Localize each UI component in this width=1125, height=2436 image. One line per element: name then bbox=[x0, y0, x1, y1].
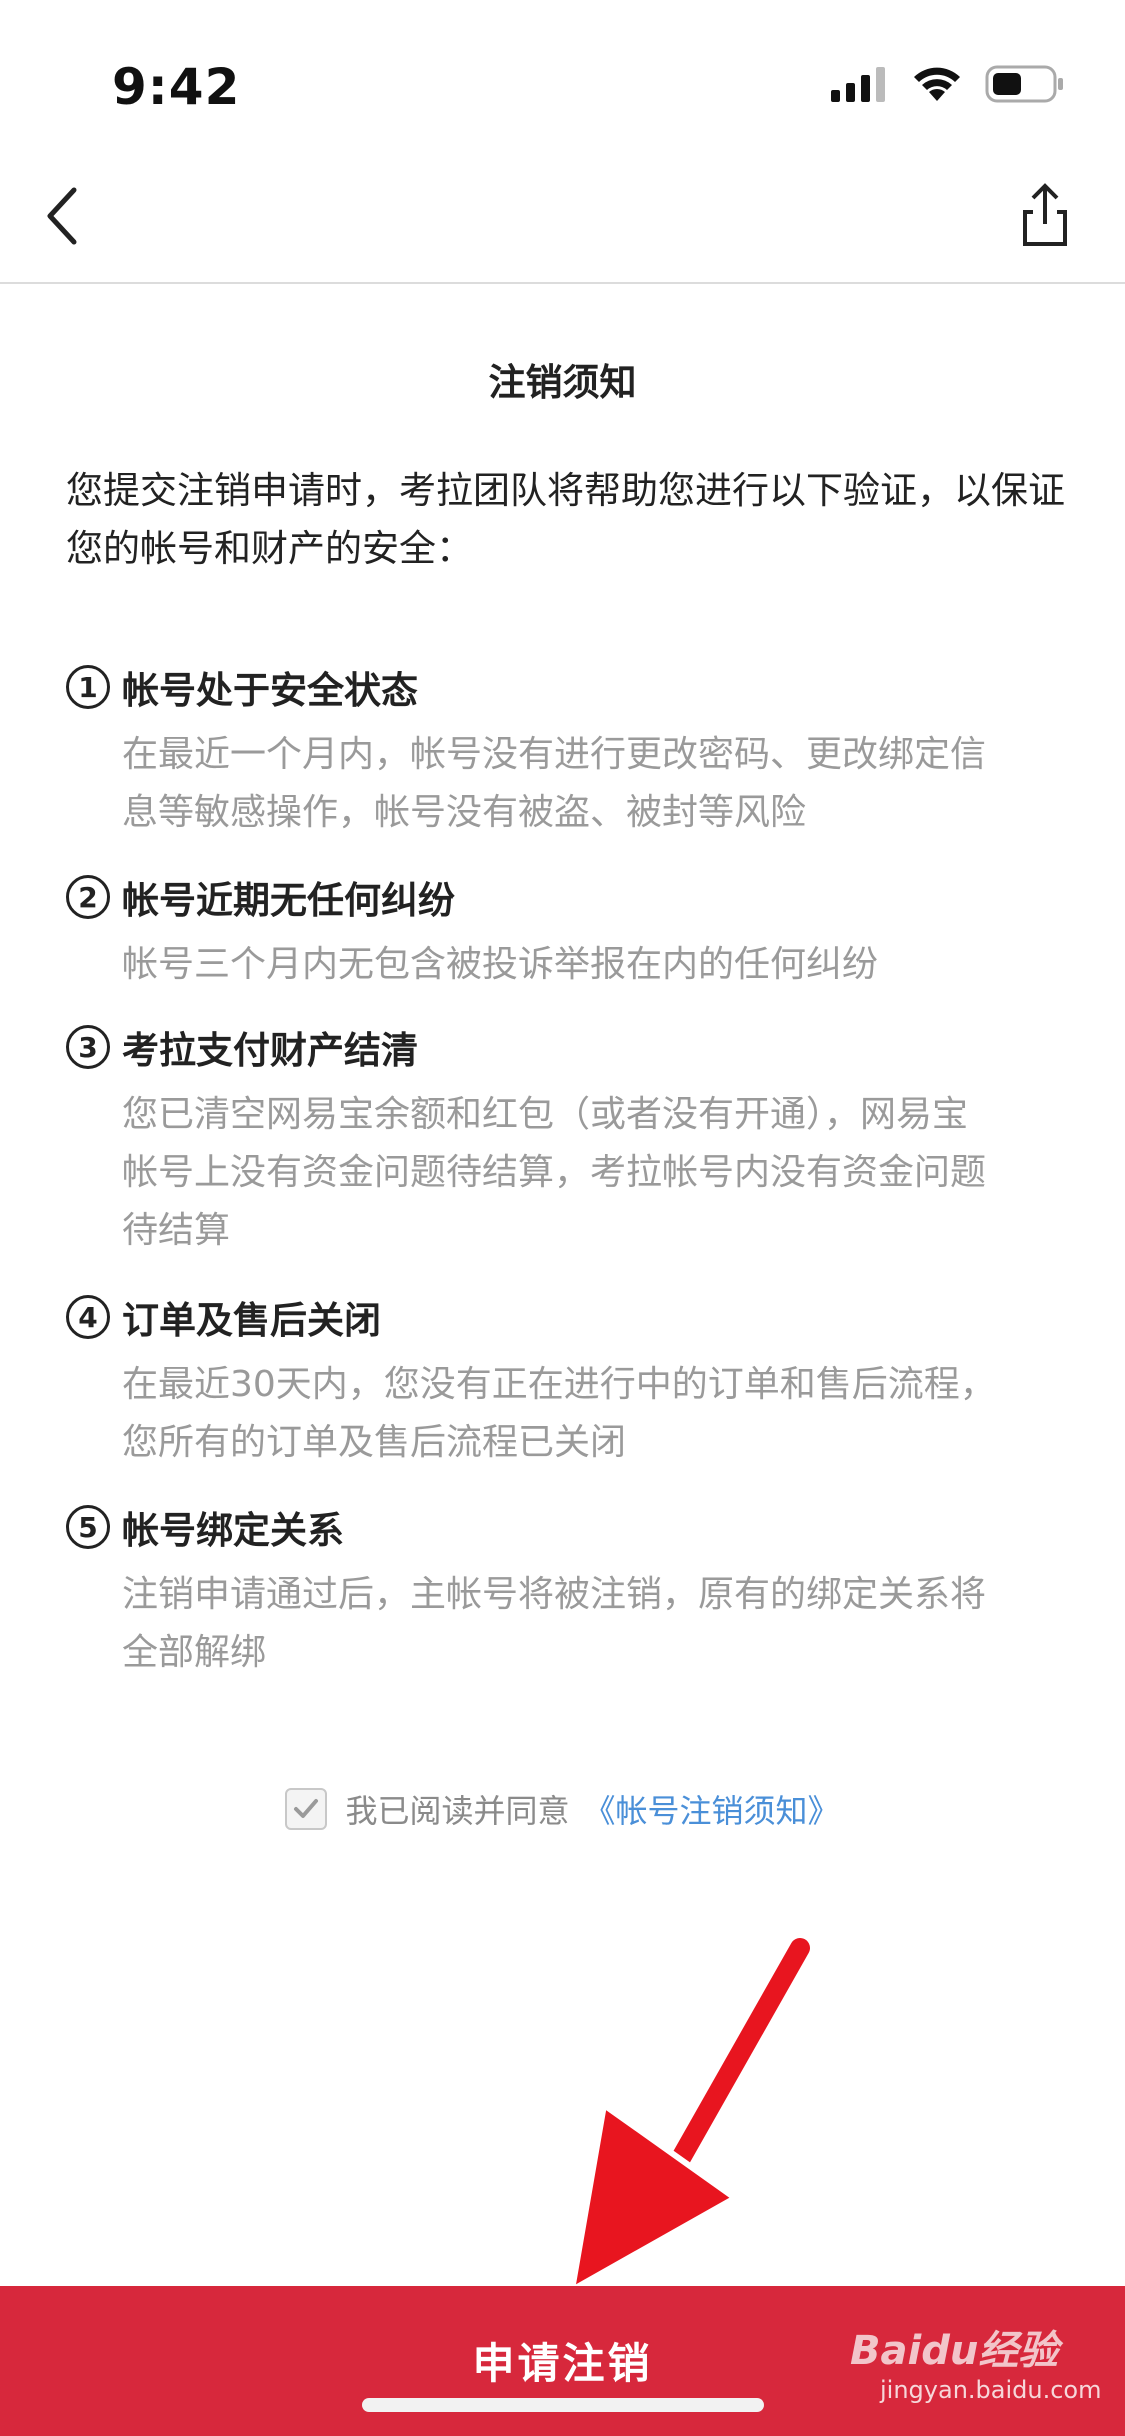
section-title: 考拉支付财产结清 bbox=[122, 1029, 418, 1072]
watermark-product: 经验 bbox=[978, 2328, 1059, 2374]
description-line: 注销申请通过后，主帐号将被注销，原有的绑定关系将 bbox=[122, 1574, 987, 1615]
section-description: 在最近30天内，您没有正在进行中的订单和售后流程， 您所有的订单及售后流程已关闭 bbox=[122, 1356, 1072, 1472]
section-heading: 2 帐号近期无任何纠纷 bbox=[66, 870, 455, 924]
description-line: 您已清空网易宝余额和红包（或者没有开通），网易宝 bbox=[122, 1094, 969, 1135]
home-indicator[interactable] bbox=[362, 2398, 764, 2412]
share-icon bbox=[1023, 183, 1067, 246]
nav-divider bbox=[0, 282, 1125, 284]
share-button[interactable] bbox=[1015, 180, 1075, 250]
page-title: 注销须知 bbox=[488, 361, 637, 404]
signal-icon bbox=[831, 67, 885, 102]
checkmark-icon bbox=[294, 1799, 319, 1818]
description-line: 帐号三个月内无包含被投诉举报在内的任何纠纷 bbox=[122, 944, 879, 985]
chevron-left-icon bbox=[47, 187, 77, 245]
section-title: 帐号处于安全状态 bbox=[122, 669, 418, 712]
description-line: 在最近30天内，您没有正在进行中的订单和售后流程， bbox=[122, 1364, 996, 1405]
section-heading: 3 考拉支付财产结清 bbox=[66, 1020, 418, 1074]
section-heading: 1 帐号处于安全状态 bbox=[66, 660, 418, 714]
number-badge: 4 bbox=[66, 1295, 110, 1339]
description-line: 在最近一个月内，帐号没有进行更改密码、更改绑定信 bbox=[122, 734, 987, 775]
watermark-brand2: du bbox=[921, 2328, 979, 2374]
number-badge: 1 bbox=[66, 665, 110, 709]
agreement-link[interactable]: 《帐号注销须知》 bbox=[584, 1786, 840, 1832]
section-description: 在最近一个月内，帐号没有进行更改密码、更改绑定信 息等敏感操作，帐号没有被盗、被… bbox=[122, 726, 1072, 842]
watermark-brand: Bai bbox=[850, 2328, 922, 2374]
baidu-watermark: Baidu经验 bbox=[850, 2318, 1058, 2376]
red-arrow-annotation bbox=[569, 1932, 816, 2293]
section-title: 订单及售后关闭 bbox=[122, 1299, 381, 1342]
status-time: 9:42 bbox=[112, 58, 241, 116]
agreement-row: 我已阅读并同意 《帐号注销须知》 bbox=[0, 1786, 1125, 1832]
description-line: 息等敏感操作，帐号没有被盗、被封等风险 bbox=[122, 792, 807, 833]
wifi-icon bbox=[914, 67, 960, 101]
agreement-checkbox[interactable] bbox=[285, 1788, 328, 1830]
section-title: 帐号绑定关系 bbox=[122, 1509, 344, 1552]
description-line: 您所有的订单及售后流程已关闭 bbox=[122, 1422, 627, 1463]
back-button[interactable] bbox=[40, 180, 100, 250]
section-heading: 5 帐号绑定关系 bbox=[66, 1500, 344, 1554]
battery-icon bbox=[985, 65, 1063, 103]
description-line: 待结算 bbox=[122, 1210, 231, 1251]
agreement-text: 我已阅读并同意 bbox=[345, 1792, 570, 1830]
intro-text: 您提交注销申请时，考拉团队将帮助您进行以下验证，以保证您的帐号和财产的安全： bbox=[66, 469, 1065, 570]
number-badge: 3 bbox=[66, 1025, 110, 1069]
section-description: 帐号三个月内无包含被投诉举报在内的任何纠纷 bbox=[122, 936, 1072, 994]
section-title: 帐号近期无任何纠纷 bbox=[122, 879, 455, 922]
status-icons bbox=[829, 64, 1065, 104]
watermark-url: jingyan.baidu.com bbox=[880, 2376, 1102, 2404]
section-heading: 4 订单及售后关闭 bbox=[66, 1290, 381, 1344]
number-badge: 5 bbox=[66, 1505, 110, 1549]
description-line: 全部解绑 bbox=[122, 1632, 267, 1673]
description-line: 帐号上没有资金问题待结算，考拉帐号内没有资金问题 bbox=[122, 1152, 987, 1193]
section-description: 您已清空网易宝余额和红包（或者没有开通），网易宝 帐号上没有资金问题待结算，考拉… bbox=[122, 1086, 1072, 1260]
section-description: 注销申请通过后，主帐号将被注销，原有的绑定关系将 全部解绑 bbox=[122, 1566, 1072, 1682]
number-badge: 2 bbox=[66, 875, 110, 919]
